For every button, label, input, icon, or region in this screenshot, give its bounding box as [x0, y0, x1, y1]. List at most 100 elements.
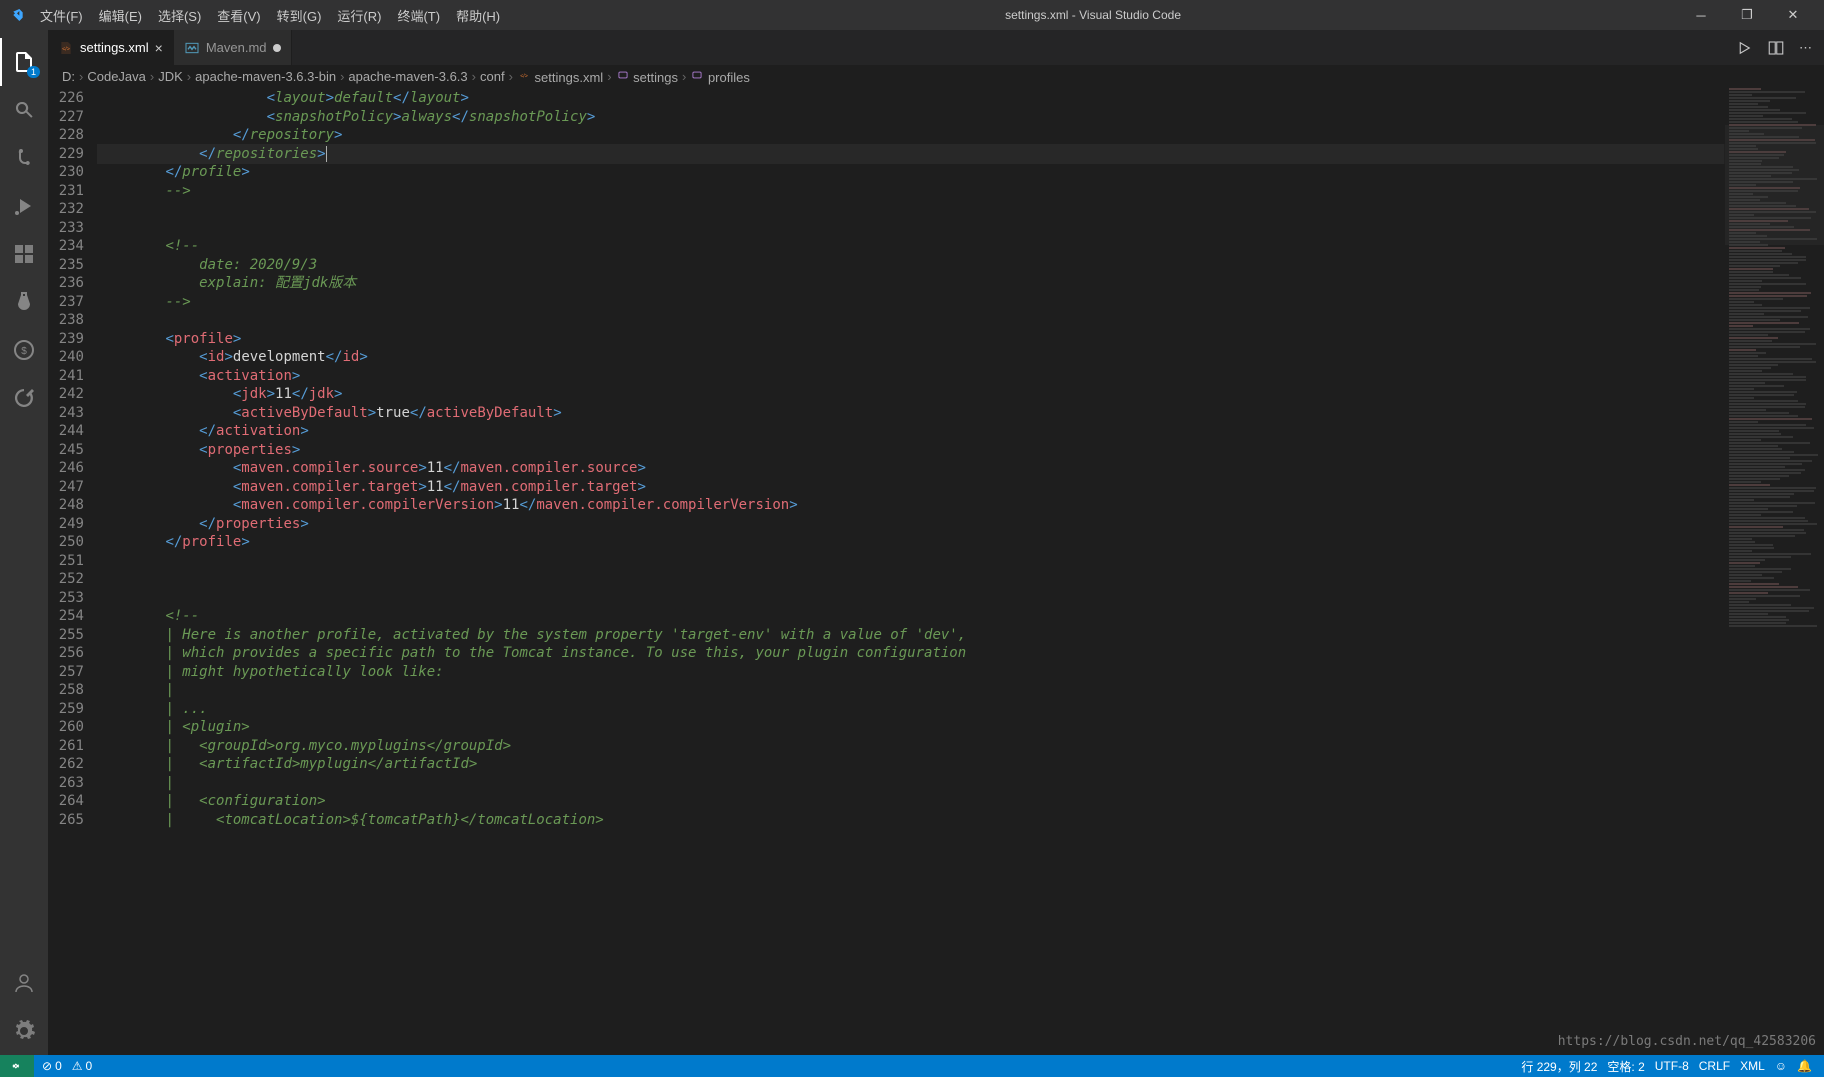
menu-item[interactable]: 编辑(E): [91, 2, 150, 29]
activity-settings[interactable]: [0, 1007, 48, 1055]
activity-ext-1[interactable]: $: [0, 326, 48, 374]
more-icon[interactable]: ⋯: [1799, 40, 1812, 56]
line-number: 229: [48, 145, 84, 164]
code-line[interactable]: -->: [98, 293, 1724, 312]
code-line[interactable]: <properties>: [98, 441, 1724, 460]
code-line[interactable]: <layout>default</layout>: [98, 89, 1724, 108]
code-line[interactable]: </repository>: [98, 126, 1724, 145]
code-line[interactable]: | ...: [98, 700, 1724, 719]
status-spaces[interactable]: 空格: 2: [1607, 1058, 1644, 1075]
code-line[interactable]: <maven.compiler.target>11</maven.compile…: [98, 478, 1724, 497]
editor-area: </>settings.xml×Maven.md ⋯ D:›CodeJava›J…: [48, 30, 1824, 1055]
code-line[interactable]: </properties>: [98, 515, 1724, 534]
menu-item[interactable]: 选择(S): [150, 2, 209, 29]
activity-scm[interactable]: [0, 134, 48, 182]
breadcrumb-item[interactable]: profiles: [690, 68, 750, 85]
activity-account[interactable]: [0, 959, 48, 1007]
code-line[interactable]: <activeByDefault>true</activeByDefault>: [98, 404, 1724, 423]
code-line[interactable]: [98, 200, 1724, 219]
split-editor-icon[interactable]: [1767, 39, 1785, 57]
activity-search[interactable]: [0, 86, 48, 134]
code-line[interactable]: <profile>: [98, 330, 1724, 349]
menu-item[interactable]: 帮助(H): [448, 2, 508, 29]
breadcrumbs[interactable]: D:›CodeJava›JDK›apache-maven-3.6.3-bin›a…: [48, 65, 1824, 87]
editor-tab[interactable]: Maven.md: [174, 30, 292, 65]
minimap[interactable]: [1724, 87, 1824, 1055]
code-line[interactable]: </activation>: [98, 422, 1724, 441]
line-number: 226: [48, 89, 84, 108]
code-line[interactable]: [98, 552, 1724, 571]
status-notification[interactable]: 🔔: [1797, 1059, 1812, 1073]
breadcrumb-item[interactable]: conf: [480, 69, 505, 84]
activity-explorer[interactable]: 1: [0, 38, 48, 86]
code-line[interactable]: |: [98, 681, 1724, 700]
code-line[interactable]: | <artifactId>myplugin</artifactId>: [98, 755, 1724, 774]
code-line[interactable]: <snapshotPolicy>always</snapshotPolicy>: [98, 108, 1724, 127]
menu-item[interactable]: 查看(V): [209, 2, 268, 29]
line-number: 242: [48, 385, 84, 404]
maximize-button[interactable]: ❐: [1724, 0, 1770, 30]
code-line[interactable]: <id>development</id>: [98, 348, 1724, 367]
code-line[interactable]: <jdk>11</jdk>: [98, 385, 1724, 404]
code-line[interactable]: </profile>: [98, 533, 1724, 552]
breadcrumb-item[interactable]: settings: [616, 68, 678, 85]
status-language[interactable]: XML: [1740, 1059, 1765, 1073]
status-warnings[interactable]: ⚠0: [72, 1059, 92, 1073]
editor-tab[interactable]: </>settings.xml×: [48, 30, 174, 65]
code-line[interactable]: -->: [98, 182, 1724, 201]
code-line[interactable]: [98, 219, 1724, 238]
code-line[interactable]: | <plugin>: [98, 718, 1724, 737]
code-line[interactable]: <maven.compiler.source>11</maven.compile…: [98, 459, 1724, 478]
code-line[interactable]: date: 2020/9/3: [98, 256, 1724, 275]
code-line[interactable]: |: [98, 774, 1724, 793]
remote-indicator[interactable]: [0, 1055, 34, 1077]
code-line[interactable]: | <configuration>: [98, 792, 1724, 811]
minimap-viewport[interactable]: [1725, 125, 1824, 245]
menu-item[interactable]: 文件(F): [32, 2, 91, 29]
menu-item[interactable]: 运行(R): [329, 2, 389, 29]
code-line[interactable]: | <groupId>org.myco.myplugins</groupId>: [98, 737, 1724, 756]
status-encoding[interactable]: UTF-8: [1655, 1059, 1689, 1073]
code-line[interactable]: <!--: [98, 237, 1724, 256]
code-line[interactable]: | <tomcatLocation>${tomcatPath}</tomcatL…: [98, 811, 1724, 830]
code-line[interactable]: [98, 589, 1724, 608]
minimize-button[interactable]: ─: [1678, 0, 1724, 30]
run-icon[interactable]: [1735, 39, 1753, 57]
code-line[interactable]: </repositories>: [98, 145, 1724, 164]
svg-text:</>: </>: [62, 46, 70, 52]
line-number: 227: [48, 108, 84, 127]
status-ln-col[interactable]: 行 229，列 22: [1521, 1058, 1597, 1075]
menu-item[interactable]: 转到(G): [269, 2, 330, 29]
activity-extensions[interactable]: [0, 230, 48, 278]
line-number: 244: [48, 422, 84, 441]
breadcrumb-item[interactable]: apache-maven-3.6.3: [348, 69, 467, 84]
code-line[interactable]: </profile>: [98, 163, 1724, 182]
code-line[interactable]: <activation>: [98, 367, 1724, 386]
tab-close-icon[interactable]: ×: [155, 40, 163, 56]
activity-run[interactable]: [0, 182, 48, 230]
status-errors[interactable]: ⊘0: [42, 1059, 62, 1073]
menu-item[interactable]: 终端(T): [389, 2, 448, 29]
status-eol[interactable]: CRLF: [1699, 1059, 1730, 1073]
breadcrumb-item[interactable]: </> settings.xml: [517, 68, 603, 85]
close-button[interactable]: ✕: [1770, 0, 1816, 30]
vscode-icon: [8, 7, 24, 23]
breadcrumb-item[interactable]: CodeJava: [87, 69, 146, 84]
breadcrumb-item[interactable]: apache-maven-3.6.3-bin: [195, 69, 336, 84]
code-line[interactable]: | which provides a specific path to the …: [98, 644, 1724, 663]
code-line[interactable]: explain: 配置jdk版本: [98, 274, 1724, 293]
code-line[interactable]: [98, 570, 1724, 589]
code-line[interactable]: <maven.compiler.compilerVersion>11</mave…: [98, 496, 1724, 515]
activity-testing[interactable]: [0, 278, 48, 326]
chevron-right-icon: ›: [682, 69, 686, 84]
code-line[interactable]: | Here is another profile, activated by …: [98, 626, 1724, 645]
status-feedback[interactable]: ☺: [1775, 1059, 1787, 1073]
code-editor[interactable]: <layout>default</layout> <snapshotPolicy…: [98, 87, 1724, 1055]
code-line[interactable]: [98, 311, 1724, 330]
code-line[interactable]: | might hypothetically look like:: [98, 663, 1724, 682]
line-number: 258: [48, 681, 84, 700]
breadcrumb-item[interactable]: JDK: [158, 69, 183, 84]
breadcrumb-item[interactable]: D:: [62, 69, 75, 84]
activity-ext-2[interactable]: [0, 374, 48, 422]
code-line[interactable]: <!--: [98, 607, 1724, 626]
